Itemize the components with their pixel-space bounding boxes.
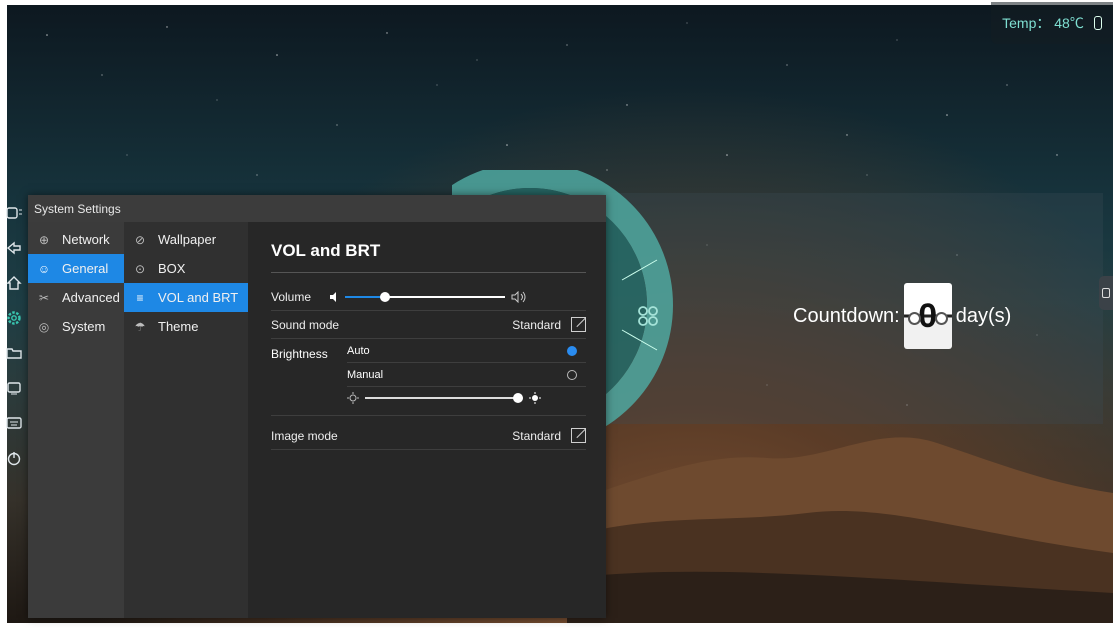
image-mode-row[interactable]: Image mode Standard (271, 422, 586, 450)
subitem-theme[interactable]: ☂ Theme (124, 312, 248, 341)
box-icon: ⊙ (134, 261, 146, 276)
edit-icon[interactable] (571, 428, 586, 443)
input-source-icon[interactable] (0, 370, 28, 405)
volume-mute-icon[interactable] (329, 291, 339, 302)
folder-icon[interactable] (0, 335, 28, 370)
brightness-slider-row (347, 387, 586, 409)
power-icon[interactable] (0, 440, 28, 475)
flip-ring-icon (934, 312, 948, 325)
vol-brt-panel: VOL and BRT Volume Sound mode Standard B… (248, 222, 606, 618)
sound-mode-row[interactable]: Sound mode Standard (271, 311, 586, 339)
tools-icon: ✂ (38, 290, 50, 305)
countdown-widget[interactable]: Countdown: 0 day(s) (793, 283, 1011, 349)
settings-category-list: ⊕ Network ☺ General ✂ Advanced ◎ System (28, 222, 124, 618)
wallpaper-icon: ⊘ (134, 232, 146, 247)
volume-row: Volume (271, 283, 586, 311)
settings-gear-icon[interactable] (0, 300, 28, 335)
keyboard-icon[interactable] (0, 405, 28, 440)
left-toolbar (0, 195, 28, 495)
screen-menu-icon[interactable] (0, 195, 28, 230)
volume-label: Volume (271, 289, 312, 304)
brightness-auto-radio[interactable] (567, 345, 577, 356)
panel-title: VOL and BRT (271, 240, 586, 273)
subitem-wallpaper[interactable]: ⊘ Wallpaper (124, 225, 248, 254)
vol-brt-icon: ≡ (136, 290, 144, 305)
home-icon[interactable] (0, 265, 28, 300)
category-advanced[interactable]: ✂ Advanced (28, 283, 124, 312)
volume-max-icon[interactable] (511, 290, 527, 303)
brightness-slider-fill (365, 397, 519, 399)
system-icon: ◎ (38, 319, 50, 334)
usb-icon[interactable] (1093, 16, 1102, 30)
brightness-section: Brightness Auto Manual (271, 339, 586, 416)
sound-mode-label: Sound mode (271, 317, 340, 332)
volume-slider[interactable] (345, 291, 505, 302)
volume-slider-thumb[interactable] (380, 291, 390, 302)
countdown-label: Countdown: (793, 304, 900, 327)
globe-icon: ⊕ (38, 232, 50, 247)
brightness-manual-radio[interactable] (567, 369, 577, 380)
volume-slider-fill (345, 295, 385, 298)
countdown-unit: day(s) (955, 304, 1012, 327)
brightness-high-icon (529, 392, 541, 404)
subitem-vol-and-brt[interactable]: ≡ VOL and BRT (124, 283, 248, 312)
brightness-auto-option[interactable]: Auto (347, 339, 586, 363)
image-mode-label: Image mode (271, 428, 338, 443)
image-mode-value: Standard (512, 428, 561, 443)
brightness-manual-label: Manual (347, 368, 384, 381)
panel-handle-icon (1102, 288, 1110, 298)
category-general[interactable]: ☺ General (28, 254, 124, 283)
system-settings-window: System Settings ⊕ Network ☺ General ✂ Ad… (28, 195, 606, 618)
temperature-badge: Temp： 48℃ (991, 2, 1113, 44)
brightness-low-icon (347, 392, 359, 404)
window-title: System Settings (28, 195, 606, 222)
sound-mode-value: Standard (512, 317, 561, 332)
settings-subitem-list: ⊘ Wallpaper ⊙ BOX ≡ VOL and BRT ☂ Theme (124, 222, 248, 618)
flip-ring-icon (907, 312, 921, 325)
brightness-slider[interactable] (365, 393, 524, 403)
temperature-label: Temp： 48℃ (1002, 15, 1084, 31)
shirt-icon: ☂ (134, 319, 146, 334)
brightness-slider-thumb[interactable] (513, 393, 524, 403)
back-icon[interactable] (0, 230, 28, 265)
palette-icon: ☺ (37, 261, 51, 276)
side-panel-handle[interactable] (1099, 276, 1113, 310)
edit-icon[interactable] (571, 317, 586, 332)
subitem-box[interactable]: ⊙ BOX (124, 254, 248, 283)
category-system[interactable]: ◎ System (28, 312, 124, 341)
brightness-label: Brightness (271, 347, 328, 361)
category-network[interactable]: ⊕ Network (28, 225, 124, 254)
countdown-flip-card: 0 (903, 283, 952, 349)
brightness-auto-label: Auto (347, 344, 370, 357)
brightness-manual-option[interactable]: Manual (347, 363, 586, 387)
